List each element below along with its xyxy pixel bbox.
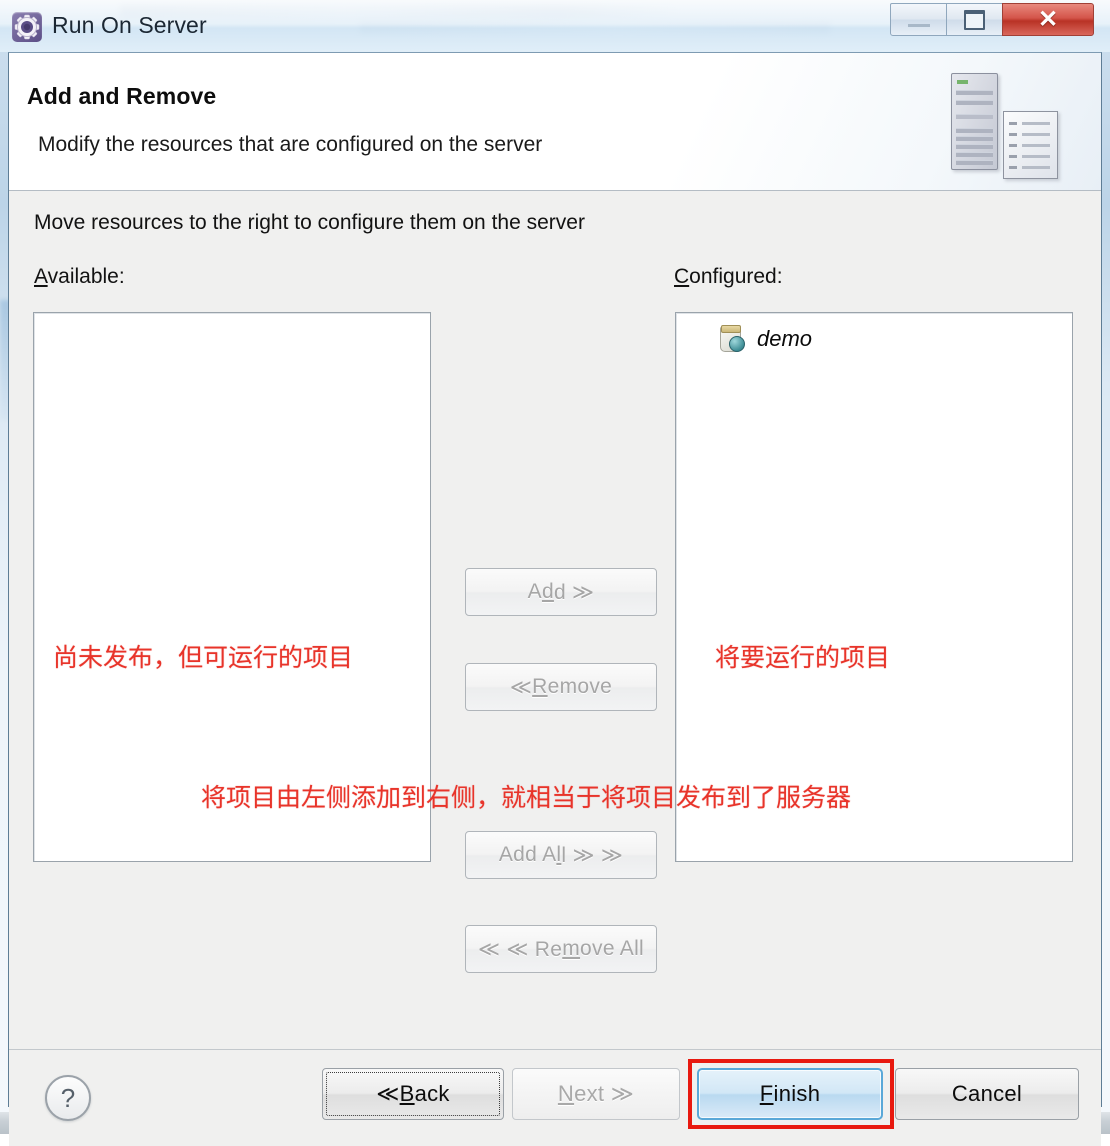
remove-button-post: emove bbox=[547, 675, 613, 698]
add-button-mnemonic: d bbox=[541, 580, 554, 603]
dialog-footer: ? ≪ Back Next ≫ Finish Cancel bbox=[9, 1049, 1101, 1146]
available-label: Available: bbox=[34, 265, 125, 289]
minimize-icon bbox=[907, 23, 930, 27]
remove-button-pre: ≪ bbox=[509, 675, 533, 699]
add-button-post: d ≫ bbox=[553, 580, 595, 604]
list-item[interactable]: demo bbox=[718, 325, 812, 352]
finish-button-post: inish bbox=[773, 1081, 821, 1106]
available-mnemonic: A bbox=[34, 265, 48, 288]
remove-all-button-mnemonic: m bbox=[562, 937, 581, 960]
configured-mnemonic: C bbox=[674, 265, 690, 288]
add-all-button-post: l ≫ ≫ bbox=[561, 843, 624, 867]
finish-button[interactable]: Finish bbox=[697, 1068, 883, 1120]
next-button-post: ext ≫ bbox=[574, 1081, 635, 1106]
configured-label-text: onfigured: bbox=[689, 265, 783, 288]
list-item-label: demo bbox=[757, 325, 813, 351]
close-button[interactable]: ✕ bbox=[1002, 3, 1094, 36]
add-button-pre: A bbox=[527, 580, 542, 603]
next-button-mnemonic: N bbox=[557, 1081, 575, 1106]
annotation-middle: 将项目由左侧添加到右侧，就相当于将项目发布到了服务器 bbox=[201, 783, 852, 812]
web-module-icon bbox=[718, 325, 745, 352]
maximize-icon bbox=[964, 9, 985, 30]
run-on-server-gear-icon bbox=[12, 12, 42, 42]
instruction-text: Move resources to the right to configure… bbox=[34, 211, 585, 234]
window-titlebar[interactable]: Run On Server ✕ bbox=[0, 0, 1110, 52]
annotation-right: 将要运行的项目 bbox=[715, 643, 891, 672]
server-and-document-icon bbox=[951, 63, 1071, 183]
dialog-header: Add and Remove Modify the resources that… bbox=[9, 53, 1101, 191]
help-button[interactable]: ? bbox=[45, 1075, 91, 1121]
annotation-left: 尚未发布，但可运行的项目 bbox=[53, 643, 354, 672]
cancel-button-label: Cancel bbox=[951, 1081, 1023, 1106]
server-tower-icon bbox=[951, 73, 998, 170]
configured-label: Configured: bbox=[674, 265, 783, 289]
run-on-server-dialog-window: Run On Server ✕ Add and Remove Modify th… bbox=[0, 0, 1110, 1146]
back-button-post: ack bbox=[414, 1081, 450, 1106]
add-all-button-pre: Add A bbox=[498, 843, 557, 866]
available-label-text: vailable: bbox=[47, 265, 125, 288]
cancel-button[interactable]: Cancel bbox=[895, 1068, 1079, 1120]
finish-button-mnemonic: F bbox=[759, 1081, 774, 1106]
remove-button[interactable]: ≪ Remove bbox=[465, 663, 657, 711]
page-description: Modify the resources that are configured… bbox=[38, 133, 543, 156]
document-icon bbox=[1003, 111, 1058, 179]
back-button-pre: ≪ bbox=[376, 1081, 400, 1106]
page-title: Add and Remove bbox=[27, 83, 217, 109]
close-icon: ✕ bbox=[1037, 5, 1059, 33]
remove-all-button[interactable]: ≪ ≪ Re m ove All bbox=[465, 925, 657, 973]
back-button[interactable]: ≪ Back bbox=[322, 1068, 504, 1120]
help-icon: ? bbox=[60, 1082, 76, 1113]
remove-all-button-pre: ≪ ≪ Re bbox=[477, 937, 563, 961]
window-title: Run On Server bbox=[52, 12, 207, 38]
dialog-content: Move resources to the right to configure… bbox=[9, 191, 1101, 1049]
maximize-restore-button[interactable] bbox=[946, 3, 1003, 36]
dialog-body: Add and Remove Modify the resources that… bbox=[8, 52, 1102, 1146]
minimize-button[interactable] bbox=[890, 3, 947, 36]
add-button[interactable]: Add ≫ bbox=[465, 568, 657, 616]
remove-all-button-post: ove All bbox=[580, 937, 645, 960]
remove-button-mnemonic: R bbox=[532, 675, 548, 698]
add-all-button[interactable]: Add All ≫ ≫ bbox=[465, 831, 657, 879]
back-button-mnemonic: B bbox=[399, 1081, 415, 1106]
next-button[interactable]: Next ≫ bbox=[512, 1068, 680, 1120]
